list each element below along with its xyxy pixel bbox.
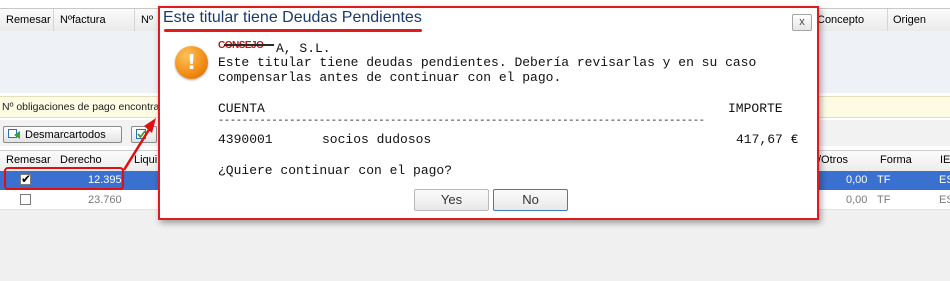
column-header-otros[interactable]: /Otros [818,154,848,166]
column-header-forma[interactable]: Forma [880,154,912,166]
column-header-liquido[interactable]: Liqui [134,154,157,166]
desmarcar-todos-label: Desmarcartodos [25,129,106,141]
company-name-redacted: CONSEJO [218,40,275,51]
confirm-question: ¿Quiere continuar con el pago? [218,163,453,178]
row-checkbox[interactable] [20,194,31,205]
column-header-n[interactable]: Nº [141,14,153,26]
cell-otros: 0,00 [846,174,868,186]
desmarcar-todos-button[interactable]: Desmarcartodos [3,126,122,143]
debt-description: socios dudosos [322,132,432,147]
cell-ie: ES [939,194,950,206]
cell-forma: TF [877,174,891,186]
column-header-remesar[interactable]: Remesar [6,14,51,26]
cell-otros: 0,00 [846,194,868,206]
message-line-1: Este titular tiene deudas pendientes. De… [218,55,757,70]
column-header-derecho[interactable]: Derecho [60,154,102,166]
debt-amount: 417,67 € [736,132,799,147]
pending-debts-dialog: Este titular tiene Deudas Pendientes x !… [158,6,819,220]
debt-account: 4390001 [218,132,273,147]
yes-button[interactable]: Yes [414,189,489,211]
cell-forma: TF [877,194,891,206]
column-header-ie[interactable]: IE [940,154,950,166]
annotation-underline [164,29,422,32]
annotation-highlight-box [4,167,124,190]
empty-area [0,210,950,281]
redaction-strike [224,44,274,46]
check-all-icon [136,129,146,139]
column-header-remesar-2[interactable]: Remesar [6,154,51,166]
column-cuenta: CUENTA [218,101,265,116]
cell-derecho: 23.760 [88,194,122,206]
column-importe: IMPORTE [728,101,783,116]
cell-ie: ES [939,174,950,186]
column-header-origen[interactable]: Origen [893,14,926,26]
info-bar-text: Nº obligaciones de pago encontra [2,101,160,113]
column-header-nfactura[interactable]: Nºfactura [60,14,106,26]
warning-icon: ! [175,46,208,79]
select-all-button[interactable] [131,126,157,143]
separator-line: ----------------------------------------… [218,115,705,127]
column-header-concepto[interactable]: Concepto [817,14,864,26]
no-button[interactable]: No [493,189,568,211]
close-button[interactable]: x [792,14,812,31]
company-name-suffix: A, S.L. [276,41,331,56]
dialog-title: Este titular tiene Deudas Pendientes [163,9,422,26]
uncheck-all-icon [8,129,20,139]
message-line-2: compensarlas antes de continuar con el p… [218,70,562,85]
